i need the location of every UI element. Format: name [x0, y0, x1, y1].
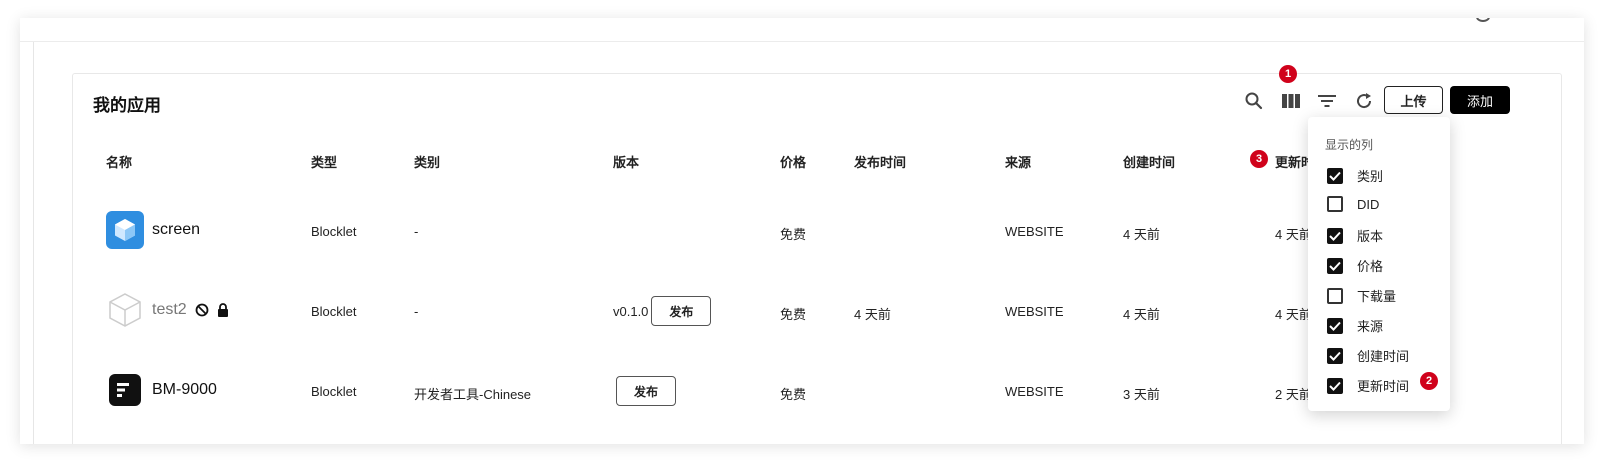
page-title: 我的应用 — [93, 96, 161, 115]
cell-price: 免费 — [780, 227, 807, 242]
col-header-created[interactable]: 创建时间 — [1123, 152, 1175, 171]
menu-item-column[interactable]: DID — [1327, 196, 1379, 212]
checkbox-checked-icon[interactable] — [1327, 167, 1343, 184]
menu-item-label: 创建时间 — [1357, 349, 1410, 364]
cell-source: WEBSITE — [1005, 304, 1064, 319]
filter-button[interactable] — [1314, 88, 1340, 114]
menu-item-column[interactable]: 更新时间 — [1327, 376, 1409, 395]
table-row-name[interactable]: test2 — [106, 291, 229, 329]
upload-button[interactable]: 上传 — [1384, 86, 1443, 114]
cell-publish-time: 4 天前 — [854, 307, 891, 322]
cell-created: 4 天前 — [1123, 307, 1160, 322]
menu-item-label: 更新时间 — [1357, 379, 1410, 394]
top-bar — [20, 18, 1584, 42]
checkbox-checked-icon[interactable] — [1327, 317, 1343, 334]
app-name[interactable]: test2 — [152, 301, 187, 319]
publish-button[interactable]: 发布 — [616, 376, 676, 406]
cell-updated: 4 天前 — [1275, 307, 1312, 322]
step-badge-3: 3 — [1250, 150, 1268, 168]
checkbox-unchecked-icon[interactable] — [1327, 196, 1343, 212]
filter-icon — [1318, 95, 1336, 107]
cell-price: 免费 — [780, 307, 807, 322]
disabled-icon — [195, 303, 209, 317]
col-header-price[interactable]: 价格 — [780, 152, 806, 171]
globe-icon[interactable] — [1476, 18, 1490, 22]
checkbox-checked-icon[interactable] — [1327, 377, 1343, 394]
menu-item-label: 价格 — [1357, 259, 1384, 274]
menu-item-column[interactable]: 版本 — [1327, 226, 1383, 245]
search-icon — [1245, 92, 1263, 110]
cell-price: 免费 — [780, 387, 807, 402]
checkbox-checked-icon[interactable] — [1327, 257, 1343, 274]
refresh-icon — [1357, 93, 1372, 109]
cell-type: Blocklet — [311, 384, 357, 399]
cell-updated: 2 天前 — [1275, 387, 1312, 402]
menu-item-label: 版本 — [1357, 229, 1384, 244]
menu-item-label: 类别 — [1357, 169, 1384, 184]
app-name[interactable]: screen — [152, 221, 200, 239]
cell-source: WEBSITE — [1005, 384, 1064, 399]
lock-icon — [217, 303, 228, 317]
cell-version: 发布 — [616, 376, 676, 406]
version-text: v0.1.0 — [613, 303, 649, 319]
cell-type: Blocklet — [311, 224, 357, 239]
col-header-name[interactable]: 名称 — [106, 152, 132, 171]
col-header-publish-time[interactable]: 发布时间 — [854, 152, 906, 171]
menu-item-column[interactable]: 来源 — [1327, 316, 1383, 335]
cell-updated: 4 天前 — [1275, 227, 1312, 242]
cell-category: - — [414, 304, 419, 319]
cell-category: 开发者工具-Chinese — [414, 387, 532, 402]
column-visibility-menu: 显示的列 类别 DID 版本价格下载量来源创建时间更新时间 2 — [1308, 117, 1450, 411]
col-header-category[interactable]: 类别 — [414, 152, 440, 171]
cell-category: - — [414, 224, 419, 239]
menu-item-column[interactable]: 类别 — [1327, 166, 1383, 185]
app-icon-bm9000 — [106, 371, 144, 409]
app-name[interactable]: BM-9000 — [152, 381, 217, 399]
table-row-name[interactable]: BM-9000 — [106, 371, 217, 409]
menu-item-label: 下载量 — [1357, 289, 1397, 304]
checkbox-checked-icon[interactable] — [1327, 347, 1343, 364]
checkbox-unchecked-icon[interactable] — [1327, 287, 1343, 304]
columns-button[interactable] — [1278, 88, 1304, 114]
grid-icon[interactable] — [1508, 18, 1526, 22]
checkbox-checked-icon[interactable] — [1327, 227, 1343, 244]
app-icon-screen — [106, 211, 144, 249]
columns-icon — [1282, 94, 1300, 108]
col-header-type[interactable]: 类型 — [311, 152, 337, 171]
search-button[interactable] — [1241, 88, 1267, 114]
menu-item-column[interactable]: 创建时间 — [1327, 346, 1409, 365]
cell-created: 4 天前 — [1123, 227, 1160, 242]
menu-item-column[interactable]: 价格 — [1327, 256, 1383, 275]
app-icon-test2 — [106, 291, 144, 329]
col-header-source[interactable]: 来源 — [1005, 152, 1031, 171]
step-badge-1: 1 — [1279, 65, 1297, 83]
menu-item-label: DID — [1357, 196, 1380, 212]
menu-title: 显示的列 — [1325, 138, 1374, 152]
col-header-version[interactable]: 版本 — [613, 152, 639, 171]
add-button[interactable]: 添加 — [1450, 86, 1510, 114]
menu-item-column[interactable]: 下载量 — [1327, 286, 1396, 305]
cell-created: 3 天前 — [1123, 387, 1160, 402]
table-row-name[interactable]: screen — [106, 211, 200, 249]
menu-item-label: 来源 — [1357, 319, 1384, 334]
step-badge-2: 2 — [1420, 372, 1438, 390]
cell-version: v0.1.0 发布 — [613, 296, 712, 326]
cell-type: Blocklet — [311, 304, 357, 319]
refresh-button[interactable] — [1351, 88, 1377, 114]
sidebar-divider — [33, 42, 34, 444]
publish-button[interactable]: 发布 — [651, 296, 712, 326]
cell-source: WEBSITE — [1005, 224, 1064, 239]
